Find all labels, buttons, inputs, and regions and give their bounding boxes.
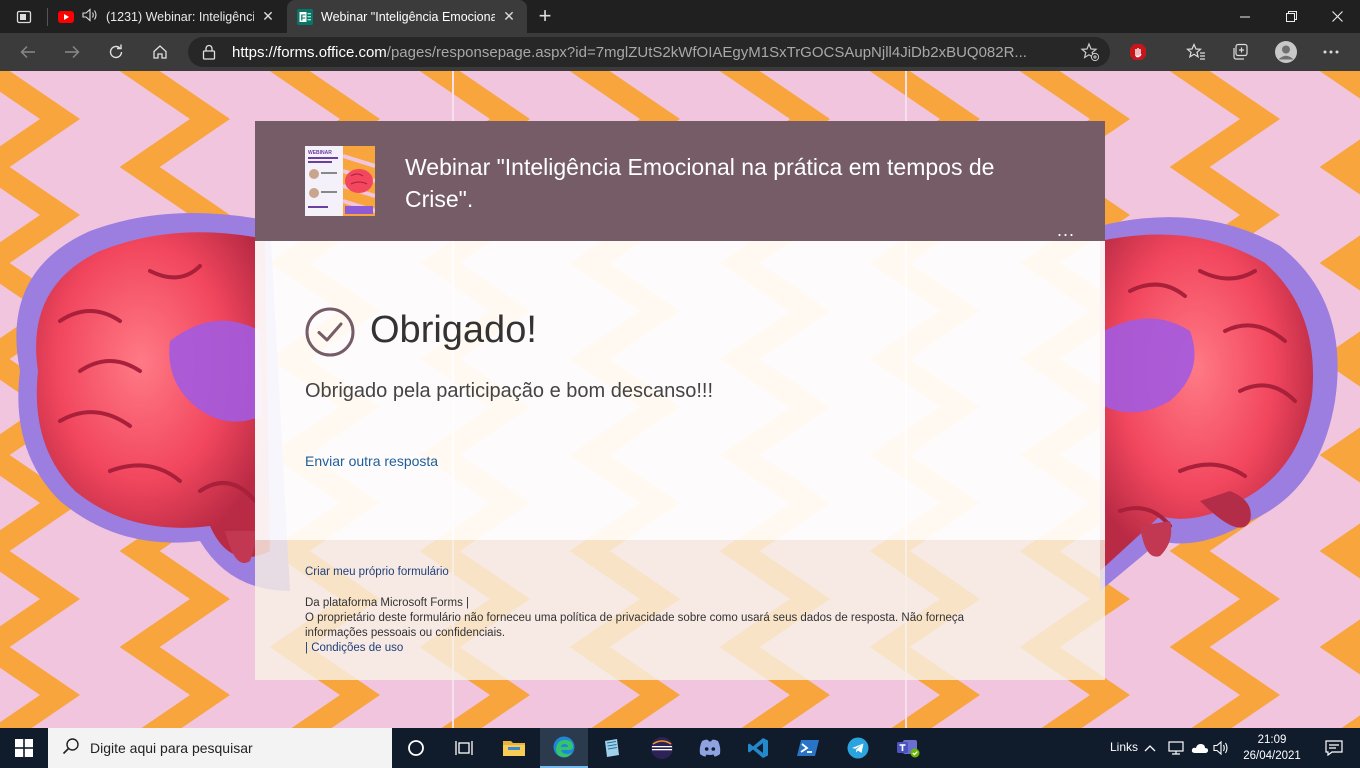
thank-you-card: Obrigado! Obrigado pela participação e b…: [255, 241, 1105, 540]
powershell-icon[interactable]: [784, 728, 832, 768]
platform-text: Da plataforma Microsoft Forms |: [305, 597, 470, 609]
network-icon[interactable]: [1164, 728, 1188, 768]
form-footer: Criar meu próprio formulário Da platafor…: [255, 540, 1105, 680]
extension-adblock-icon[interactable]: [1124, 38, 1152, 66]
links-toolbar-label[interactable]: Links: [1110, 740, 1138, 754]
checkmark-circle-icon: [305, 307, 355, 357]
terms-of-use-link[interactable]: Condições de uso: [311, 642, 403, 654]
collections-icon[interactable]: [1226, 38, 1254, 66]
tab-title: (1231) Webinar: Inteligência: [106, 9, 254, 24]
taskbar: Digite aqui para pesquisar Links 21:09 2…: [0, 728, 1360, 768]
search-placeholder: Digite aqui para pesquisar: [90, 740, 253, 756]
create-own-form-link[interactable]: Criar meu próprio formulário: [305, 566, 449, 578]
tab-forms[interactable]: F Webinar "Inteligência Emocional ✕: [287, 0, 527, 33]
clock-date: 26/04/2021: [1243, 750, 1301, 762]
teams-icon[interactable]: [884, 728, 932, 768]
add-favorite-icon[interactable]: [1080, 42, 1100, 67]
close-tab-icon[interactable]: ✕: [260, 8, 276, 25]
thank-you-title: Obrigado!: [370, 309, 537, 351]
notes-app-icon[interactable]: [588, 728, 636, 768]
onedrive-cloud-icon[interactable]: [1188, 728, 1212, 768]
lock-icon[interactable]: [202, 44, 216, 65]
tab-title: Webinar "Inteligência Emocional: [321, 9, 495, 24]
minimize-icon[interactable]: [1222, 0, 1268, 33]
youtube-icon: [58, 9, 74, 25]
close-window-icon[interactable]: [1314, 0, 1360, 33]
privacy-note: O proprietário deste formulário não forn…: [305, 612, 965, 639]
forms-icon: F: [297, 8, 313, 25]
chevron-up-icon[interactable]: [1138, 728, 1162, 768]
thank-you-message: Obrigado pela participação e bom descans…: [305, 380, 714, 402]
forward-icon[interactable]: [58, 38, 86, 66]
svg-text:F: F: [301, 12, 306, 22]
tab-youtube[interactable]: (1231) Webinar: Inteligência ✕: [48, 0, 286, 33]
tab-actions-icon[interactable]: [8, 6, 40, 28]
restore-icon[interactable]: [1268, 0, 1314, 33]
new-tab-button[interactable]: +: [534, 5, 556, 28]
url-text: https://forms.office.com/pages/responsep…: [232, 44, 1027, 61]
home-icon[interactable]: [146, 38, 174, 66]
footer-disclaimer: Da plataforma Microsoft Forms | O propri…: [305, 596, 1025, 656]
discord-icon[interactable]: [686, 728, 734, 768]
eclipse-icon[interactable]: [638, 728, 686, 768]
back-icon[interactable]: [14, 38, 42, 66]
more-options-button[interactable]: ...: [1057, 221, 1075, 239]
cortana-icon[interactable]: [392, 728, 440, 768]
system-clock[interactable]: 21:09 26/04/2021: [1234, 732, 1310, 764]
svg-text:WEBINAR: WEBINAR: [308, 150, 332, 156]
vscode-icon[interactable]: [734, 728, 782, 768]
search-icon: [62, 737, 80, 760]
form-title: Webinar "Inteligência Emocional na práti…: [405, 154, 995, 212]
refresh-icon[interactable]: [102, 38, 130, 66]
volume-icon[interactable]: [1210, 728, 1234, 768]
edge-icon[interactable]: [540, 728, 588, 768]
tab-strip: (1231) Webinar: Inteligência ✕ F Webinar…: [0, 0, 1360, 33]
navigation-bar: https://forms.office.com/pages/responsep…: [0, 33, 1360, 71]
form-page: WEBINAR Webinar "Inteligência Emocional …: [0, 71, 1360, 728]
file-explorer-icon[interactable]: [490, 728, 538, 768]
close-tab-icon[interactable]: ✕: [501, 8, 517, 25]
address-bar[interactable]: https://forms.office.com/pages/responsep…: [188, 37, 1110, 67]
telegram-icon[interactable]: [834, 728, 882, 768]
settings-more-icon[interactable]: [1317, 38, 1345, 66]
form-header: WEBINAR Webinar "Inteligência Emocional …: [255, 121, 1105, 241]
taskbar-search-box[interactable]: Digite aqui para pesquisar: [48, 728, 392, 768]
profile-avatar-icon[interactable]: [1272, 38, 1300, 66]
form-thumbnail-image: WEBINAR: [305, 146, 375, 216]
speaker-icon[interactable]: [82, 8, 98, 25]
task-view-icon[interactable]: [440, 728, 488, 768]
submit-another-response-link[interactable]: Enviar outra resposta: [305, 453, 438, 469]
clock-time: 21:09: [1257, 734, 1287, 746]
windows-start-icon[interactable]: [0, 728, 48, 768]
action-center-icon[interactable]: [1314, 728, 1354, 768]
favorites-icon[interactable]: [1182, 38, 1210, 66]
